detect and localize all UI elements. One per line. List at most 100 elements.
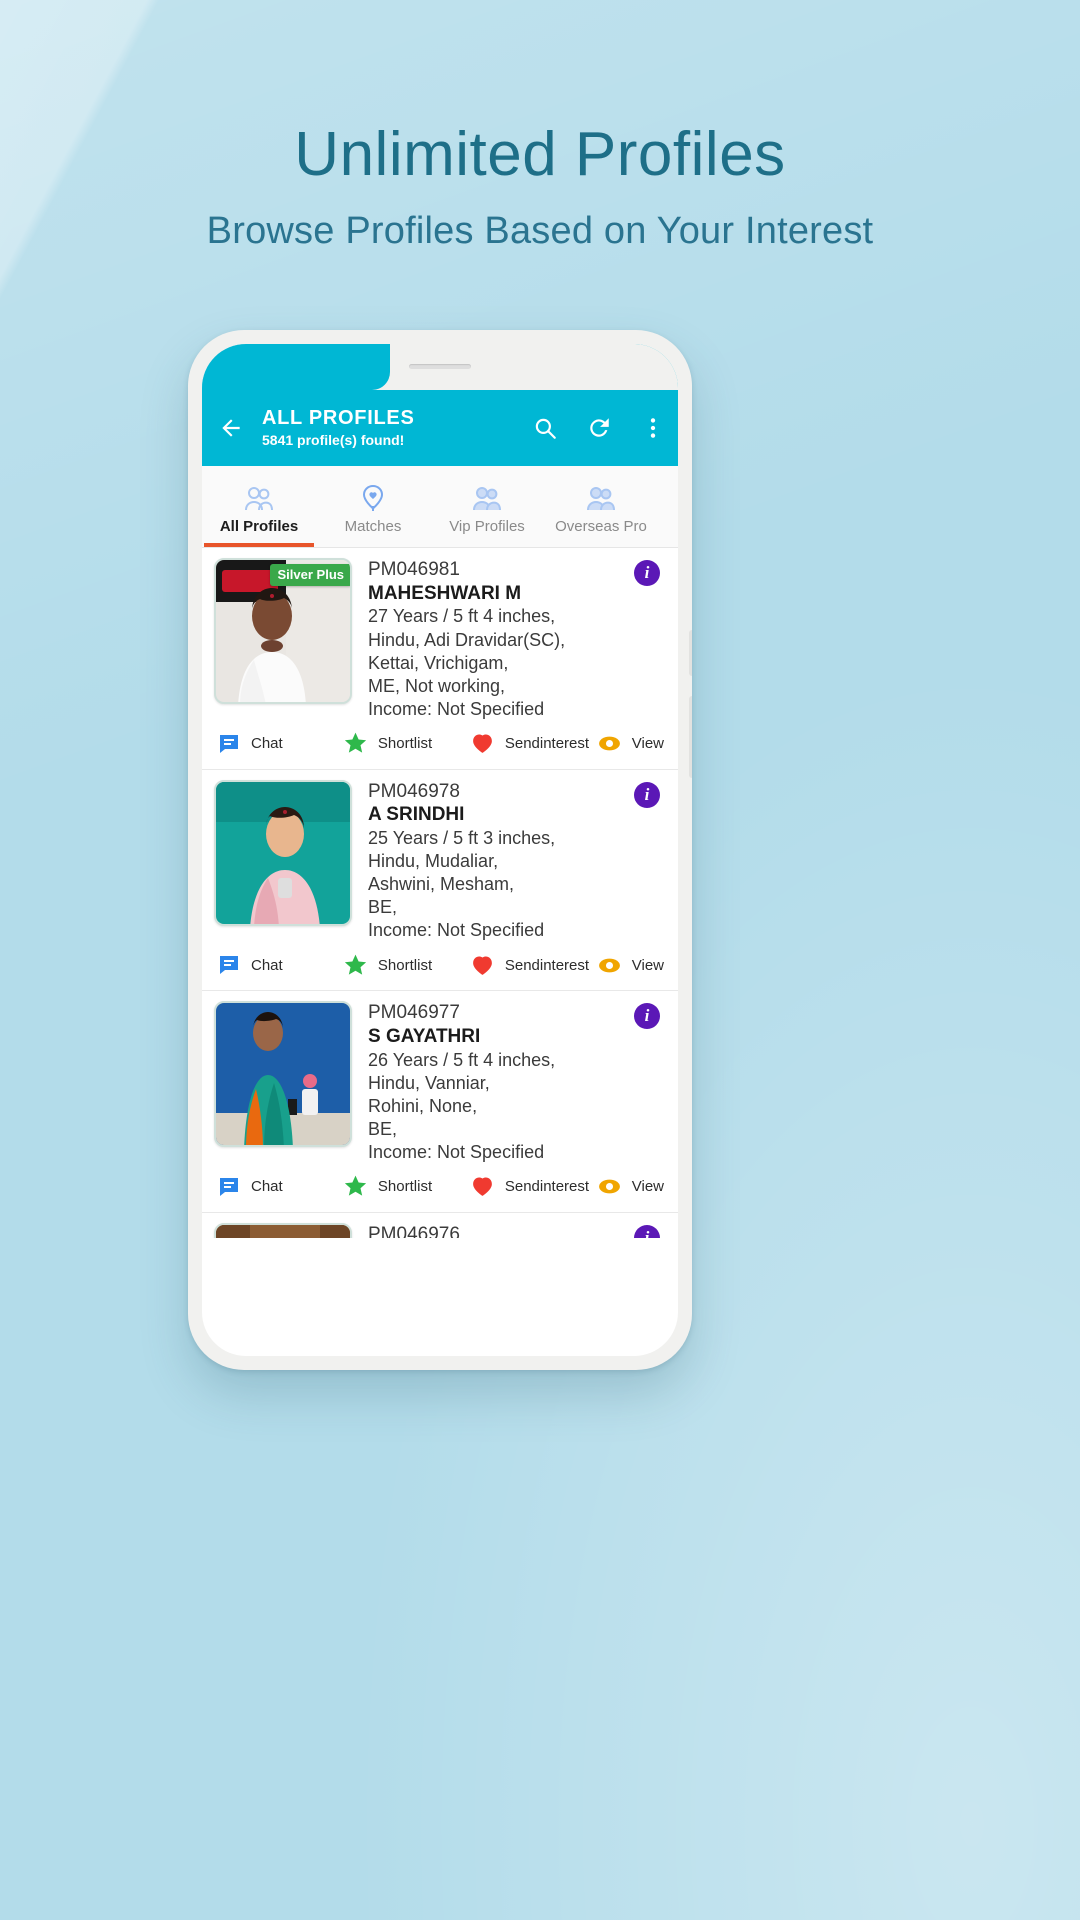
tab-label: All Profiles xyxy=(219,518,299,535)
profile-info: i PM046976 K SELVI 26 Years / 5 ft 2 inc… xyxy=(352,1223,666,1238)
photo-image xyxy=(216,781,350,924)
action-label: View xyxy=(631,735,665,753)
arrow-back-icon xyxy=(222,419,240,437)
action-label: Chat xyxy=(251,735,283,753)
status-bar xyxy=(202,344,678,390)
profile-detail-line: Hindu, Vanniar, xyxy=(368,1072,490,1093)
status-bar-accent xyxy=(202,344,390,390)
tab-all-profiles[interactable]: All Profiles xyxy=(202,466,316,547)
profile-detail-line: 27 Years / 5 ft 4 inches, xyxy=(368,606,556,627)
shortlist-button[interactable]: Shortlist xyxy=(343,952,470,978)
view-button[interactable]: View xyxy=(597,731,664,757)
action-label: Chat xyxy=(251,1178,283,1196)
refresh-button[interactable] xyxy=(582,411,616,445)
profile-info: i PM046977 S GAYATHRI 26 Years / 5 ft 4 … xyxy=(352,1001,666,1164)
tab-matches[interactable]: Matches xyxy=(316,466,430,547)
sendinterest-button[interactable]: Sendinterest xyxy=(470,952,597,978)
app-bar-title: ALL PROFILES xyxy=(262,406,415,429)
profile-list[interactable]: Silver Plus i PM046981 MAHESHWARI M 27 Y… xyxy=(202,548,678,1238)
promo-header: Unlimited Profiles Browse Profiles Based… xyxy=(0,122,1080,253)
profile-photo[interactable] xyxy=(214,1001,352,1148)
eye-icon xyxy=(597,952,623,978)
profile-id: PM046976 xyxy=(368,1223,460,1238)
profile-name: MAHESHWARI M xyxy=(368,582,522,604)
view-button[interactable]: View xyxy=(597,1174,664,1200)
people-icon xyxy=(472,482,502,512)
tab-vip-profiles[interactable]: Vip Profiles xyxy=(430,466,544,547)
phone-volume-button xyxy=(689,630,692,676)
app-bar-actions xyxy=(528,411,678,445)
photo-image xyxy=(216,1003,350,1146)
profile-photo[interactable] xyxy=(214,779,352,926)
shortlist-button[interactable]: Shortlist xyxy=(343,731,470,757)
info-button[interactable]: i xyxy=(634,781,660,808)
phone-screen: ALL PROFILES 5841 profile(s) found! All … xyxy=(202,344,678,1356)
profile-detail-line: Income: Not Specified xyxy=(368,920,545,941)
photo-image xyxy=(216,1224,350,1238)
profile-actions: Chat Shortlist Sendinterest View xyxy=(202,1164,678,1212)
heart-icon xyxy=(470,1174,496,1200)
profile-name: A SRINDHI xyxy=(368,804,465,826)
profile-detail-line: Ashwini, Mesham, xyxy=(368,874,515,895)
tab-label: Vip Profiles xyxy=(449,518,525,535)
action-label: Shortlist xyxy=(377,735,433,753)
profile-name: S GAYATHRI xyxy=(368,1025,481,1047)
search-button[interactable] xyxy=(528,411,562,445)
profile-actions: Chat Shortlist Sendinterest View xyxy=(202,721,678,769)
chat-button[interactable]: Chat xyxy=(216,952,343,978)
profile-card[interactable]: i PM046976 K SELVI 26 Years / 5 ft 2 inc… xyxy=(202,1213,678,1238)
sendinterest-button[interactable]: Sendinterest xyxy=(470,731,597,757)
profile-card[interactable]: i PM046977 S GAYATHRI 26 Years / 5 ft 4 … xyxy=(202,991,678,1213)
chat-button[interactable]: Chat xyxy=(216,1174,343,1200)
sendinterest-button[interactable]: Sendinterest xyxy=(470,1174,597,1200)
profile-info: i PM046978 A SRINDHI 25 Years / 5 ft 3 i… xyxy=(352,780,666,943)
profile-info: i PM046981 MAHESHWARI M 27 Years / 5 ft … xyxy=(352,558,666,721)
profile-photo[interactable] xyxy=(214,1222,352,1238)
profile-id: PM046981 xyxy=(368,559,460,580)
profile-card[interactable]: i PM046978 A SRINDHI 25 Years / 5 ft 3 i… xyxy=(202,770,678,992)
chat-icon xyxy=(216,731,242,757)
page-subtitle: Browse Profiles Based on Your Interest xyxy=(206,209,874,252)
tab-label: Overseas Pro xyxy=(555,518,647,535)
profile-detail-line: Income: Not Specified xyxy=(368,1141,545,1162)
shortlist-button[interactable]: Shortlist xyxy=(343,1174,470,1200)
action-label: Sendinterest xyxy=(504,956,590,974)
view-button[interactable]: View xyxy=(597,952,664,978)
tab-bar: All Profiles Matches Vip Profiles Overse… xyxy=(202,466,678,548)
profile-detail-line: BE, xyxy=(368,1118,398,1139)
chat-icon xyxy=(216,952,242,978)
profile-detail-line: Hindu, Adi Dravidar(SC), xyxy=(368,629,566,650)
profile-badge: Silver Plus xyxy=(269,564,350,586)
app-bar-titles: ALL PROFILES 5841 profile(s) found! xyxy=(260,407,414,449)
profile-detail-line: ME, Not working, xyxy=(368,675,506,696)
eye-icon xyxy=(597,731,623,757)
action-label: Chat xyxy=(251,956,283,974)
location-heart-icon xyxy=(360,482,386,512)
overflow-menu-button[interactable] xyxy=(636,411,670,445)
profile-detail-line: BE, xyxy=(368,897,398,918)
profile-photo[interactable]: Silver Plus xyxy=(214,558,352,704)
action-label: Shortlist xyxy=(377,956,433,974)
phone-power-button xyxy=(689,696,692,778)
action-label: Sendinterest xyxy=(504,1178,590,1196)
action-label: View xyxy=(631,956,665,974)
people-icon xyxy=(244,482,274,512)
people-icon xyxy=(586,482,616,512)
profile-detail-line: Rohini, None, xyxy=(368,1095,478,1116)
back-button[interactable] xyxy=(202,415,260,441)
tab-overseas-profiles[interactable]: Overseas Pro xyxy=(544,466,658,547)
action-label: Sendinterest xyxy=(504,735,590,753)
info-button[interactable]: i xyxy=(634,560,660,586)
phone-mockup: ALL PROFILES 5841 profile(s) found! All … xyxy=(188,330,692,1370)
profile-id: PM046977 xyxy=(368,1002,460,1024)
heart-icon xyxy=(470,731,496,757)
action-label: Shortlist xyxy=(377,1178,433,1196)
action-label: View xyxy=(631,1178,665,1196)
profile-id: PM046978 xyxy=(368,780,460,802)
star-icon xyxy=(343,952,369,978)
phone-speaker xyxy=(409,364,471,369)
chat-button[interactable]: Chat xyxy=(216,731,343,757)
profile-card[interactable]: Silver Plus i PM046981 MAHESHWARI M 27 Y… xyxy=(202,548,678,770)
profile-actions: Chat Shortlist Sendinterest View xyxy=(202,942,678,990)
profile-detail-line: Kettai, Vrichigam, xyxy=(368,652,509,673)
